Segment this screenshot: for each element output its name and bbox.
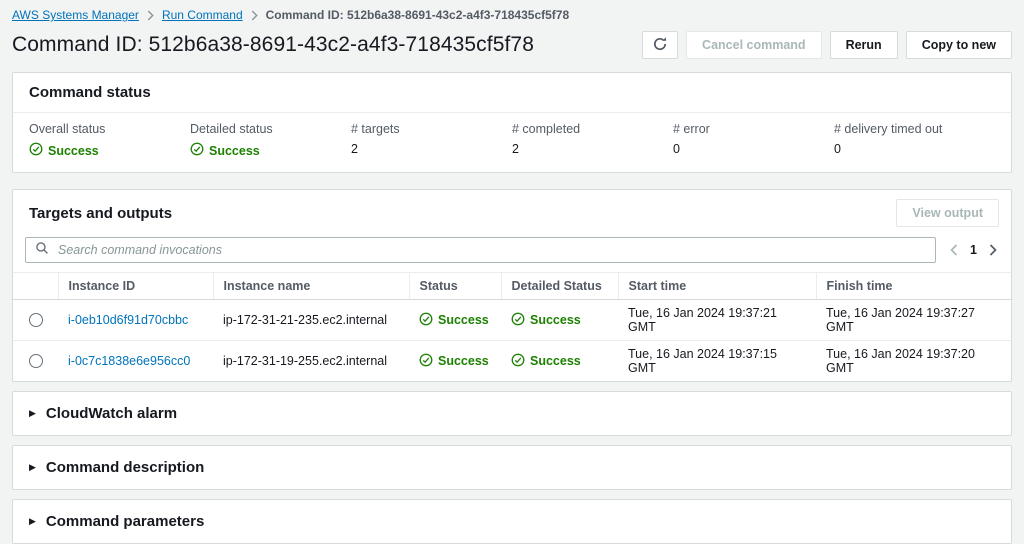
field-value: 2 [512, 142, 673, 156]
status-text: Success [48, 144, 99, 158]
command-status-title: Command status [29, 84, 995, 101]
field-label: # delivery timed out [834, 122, 995, 136]
table-row: i-0eb10d6f91d70cbbc ip-172-31-21-235.ec2… [13, 300, 1011, 341]
success-check-icon [29, 142, 43, 159]
field-value: 0 [673, 142, 834, 156]
finish-time-cell: Tue, 16 Jan 2024 19:37:20 GMT [816, 341, 1011, 382]
search-box[interactable] [25, 237, 936, 263]
start-time-cell: Tue, 16 Jan 2024 19:37:15 GMT [618, 341, 816, 382]
success-check-icon [511, 312, 525, 329]
copy-to-new-button[interactable]: Copy to new [906, 31, 1012, 59]
field-label: Detailed status [190, 122, 351, 136]
field-value: 0 [834, 142, 995, 156]
pagination: 1 [950, 243, 999, 257]
instance-name-cell: ip-172-31-19-255.ec2.internal [213, 341, 409, 382]
section-title: CloudWatch alarm [46, 405, 177, 422]
refresh-button[interactable] [642, 31, 678, 59]
cloudwatch-alarm-section[interactable]: ▶ CloudWatch alarm [12, 391, 1012, 436]
rerun-button[interactable]: Rerun [830, 31, 898, 59]
expand-triangle-icon: ▶ [29, 409, 36, 418]
expand-triangle-icon: ▶ [29, 463, 36, 472]
invocations-table: Instance ID Instance name Status Detaile… [13, 272, 1011, 381]
breadcrumb-link-systems-manager[interactable]: AWS Systems Manager [12, 8, 139, 22]
targets-title: Targets and outputs [29, 205, 172, 222]
success-check-icon [511, 353, 525, 370]
field-delivery-timed-out-count: # delivery timed out 0 [834, 122, 995, 159]
column-header-status: Status [409, 273, 501, 300]
field-value: 2 [351, 142, 512, 156]
targets-header: Targets and outputs View output [13, 190, 1011, 229]
status-badge: Success [511, 312, 581, 329]
breadcrumb-current: Command ID: 512b6a38-8691-43c2-a4f3-7184… [266, 8, 570, 22]
section-title: Command description [46, 459, 204, 476]
expand-triangle-icon: ▶ [29, 517, 36, 526]
field-targets-count: # targets 2 [351, 122, 512, 159]
command-parameters-section[interactable]: ▶ Command parameters [12, 499, 1012, 544]
section-title: Command parameters [46, 513, 204, 530]
success-check-icon [190, 142, 204, 159]
field-error-count: # error 0 [673, 122, 834, 159]
page-header: Command ID: 512b6a38-8691-43c2-a4f3-7184… [12, 30, 1012, 60]
cancel-command-button[interactable]: Cancel command [686, 31, 822, 59]
search-input[interactable] [56, 242, 926, 258]
select-column-header [13, 273, 58, 300]
success-check-icon [419, 353, 433, 370]
pagination-prev-button[interactable] [950, 244, 958, 256]
field-label: # error [673, 122, 834, 136]
instance-id-link[interactable]: i-0c7c1838e6e956cc0 [58, 341, 213, 382]
field-completed-count: # completed 2 [512, 122, 673, 159]
field-label: # completed [512, 122, 673, 136]
status-text: Success [530, 354, 581, 368]
field-detailed-status: Detailed status Success [190, 122, 351, 159]
search-icon [35, 241, 49, 260]
breadcrumb: AWS Systems Manager Run Command Command … [12, 8, 1012, 22]
column-header-detailed-status: Detailed Status [501, 273, 618, 300]
row-select-radio[interactable] [29, 313, 43, 327]
status-badge: Success [29, 142, 99, 159]
status-text: Success [530, 313, 581, 327]
view-output-button[interactable]: View output [896, 199, 999, 227]
instance-id-link[interactable]: i-0eb10d6f91d70cbbc [58, 300, 213, 341]
pagination-current-page[interactable]: 1 [970, 243, 977, 257]
pagination-next-button[interactable] [989, 244, 997, 256]
field-label: Overall status [29, 122, 190, 136]
breadcrumb-link-run-command[interactable]: Run Command [162, 8, 243, 22]
header-actions: Cancel command Rerun Copy to new [642, 31, 1012, 59]
table-row: i-0c7c1838e6e956cc0 ip-172-31-19-255.ec2… [13, 341, 1011, 382]
status-text: Success [438, 354, 489, 368]
finish-time-cell: Tue, 16 Jan 2024 19:37:27 GMT [816, 300, 1011, 341]
page-title: Command ID: 512b6a38-8691-43c2-a4f3-7184… [12, 33, 534, 57]
command-status-card: Command status Overall status Success De… [12, 72, 1012, 173]
row-select-radio[interactable] [29, 354, 43, 368]
status-badge: Success [419, 353, 489, 370]
status-text: Success [438, 313, 489, 327]
command-status-grid: Overall status Success Detailed status S… [13, 113, 1011, 172]
status-text: Success [209, 144, 260, 158]
run-command-detail-page: AWS Systems Manager Run Command Command … [0, 0, 1024, 544]
field-label: # targets [351, 122, 512, 136]
chevron-right-icon [147, 10, 154, 21]
field-overall-status: Overall status Success [29, 122, 190, 159]
command-status-header: Command status [13, 73, 1011, 113]
targets-and-outputs-card: Targets and outputs View output 1 [12, 189, 1012, 382]
command-description-section[interactable]: ▶ Command description [12, 445, 1012, 490]
chevron-right-icon [251, 10, 258, 21]
refresh-icon [652, 36, 668, 55]
start-time-cell: Tue, 16 Jan 2024 19:37:21 GMT [618, 300, 816, 341]
status-badge: Success [511, 353, 581, 370]
instance-name-cell: ip-172-31-21-235.ec2.internal [213, 300, 409, 341]
status-badge: Success [419, 312, 489, 329]
column-header-instance-id: Instance ID [58, 273, 213, 300]
targets-toolbar: 1 [13, 229, 1011, 272]
column-header-instance-name: Instance name [213, 273, 409, 300]
success-check-icon [419, 312, 433, 329]
column-header-start-time: Start time [618, 273, 816, 300]
column-header-finish-time: Finish time [816, 273, 1011, 300]
status-badge: Success [190, 142, 260, 159]
table-header-row: Instance ID Instance name Status Detaile… [13, 273, 1011, 300]
